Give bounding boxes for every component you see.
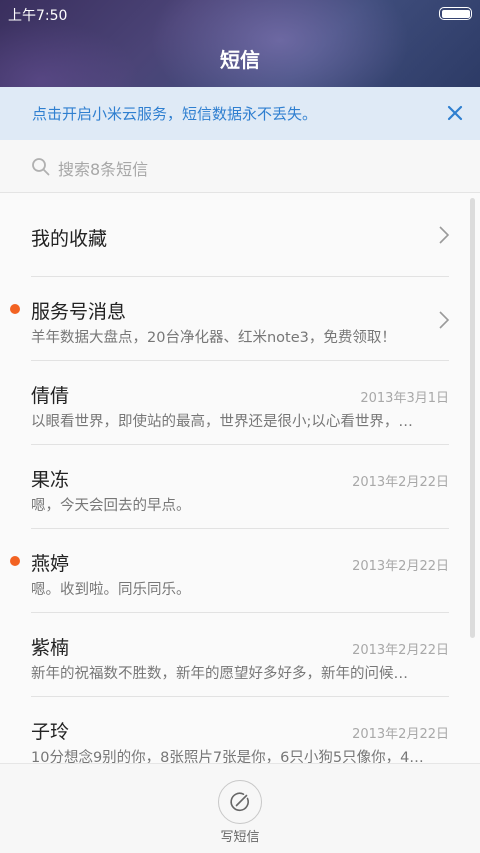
conversation-preview: 嗯。收到啦。同乐同乐。 [31, 582, 191, 598]
conversation-date: 2013年3月1日 [360, 391, 449, 406]
search-icon [32, 158, 50, 176]
conversation-name: 燕婷 [31, 553, 70, 575]
conversation-date: 2013年2月22日 [352, 727, 449, 742]
search-bar[interactable]: 搜索8条短信 [0, 140, 480, 193]
list-item-favorites[interactable]: 我的收藏 [0, 193, 480, 277]
conversation-preview: 以眼看世界，即使站的最高，世界还是很小;以心看世界，… [31, 414, 413, 430]
list-item-conversation[interactable]: 燕婷 2013年2月22日 嗯。收到啦。同乐同乐。 [0, 529, 480, 613]
conversation-date: 2013年2月22日 [352, 643, 449, 658]
compose-icon [230, 792, 249, 812]
conversation-name: 果冻 [31, 469, 70, 491]
conversation-name: 服务号消息 [31, 301, 127, 323]
conversation-name: 紫楠 [31, 637, 70, 659]
battery-icon [439, 7, 472, 20]
conversation-list[interactable]: 我的收藏 服务号消息 羊年数据大盘点，20台净化器、红米note3，免费领取！ … [0, 193, 480, 763]
conversation-name: 我的收藏 [31, 228, 108, 250]
compose-button[interactable] [218, 780, 262, 824]
chevron-right-icon [439, 311, 450, 329]
unread-dot [10, 304, 20, 314]
list-item-conversation[interactable]: 倩倩 2013年3月1日 以眼看世界，即使站的最高，世界还是很小;以心看世界，… [0, 361, 480, 445]
conversation-preview: 10分想念9别的你，8张照片7张是你，6只小狗5只像你，4… [31, 750, 424, 763]
compose-label: 写短信 [220, 830, 260, 845]
bottom-bar: 写短信 [0, 763, 480, 853]
conversation-preview: 羊年数据大盘点，20台净化器、红米note3，免费领取！ [31, 330, 396, 346]
status-time: 上午7:50 [8, 8, 68, 24]
conversation-date: 2013年2月22日 [352, 559, 449, 574]
list-item-conversation[interactable]: 子玲 2013年2月22日 10分想念9别的你，8张照片7张是你，6只小狗5只像… [0, 697, 480, 763]
conversation-preview: 新年的祝福数不胜数，新年的愿望好多好多，新年的问候… [31, 666, 408, 682]
scrollbar[interactable] [470, 198, 475, 638]
conversation-preview: 嗯，今天会回去的早点。 [31, 498, 191, 514]
search-input[interactable]: 搜索8条短信 [58, 156, 148, 180]
list-item-conversation[interactable]: 紫楠 2013年2月22日 新年的祝福数不胜数，新年的愿望好多好多，新年的问候… [0, 613, 480, 697]
unread-dot [10, 556, 20, 566]
conversation-name: 子玲 [31, 721, 70, 743]
list-item-service-messages[interactable]: 服务号消息 羊年数据大盘点，20台净化器、红米note3，免费领取！ [0, 277, 480, 361]
cloud-service-banner[interactable]: 点击开启小米云服务，短信数据永不丢失。 [0, 87, 480, 140]
close-icon[interactable] [444, 102, 466, 124]
conversation-name: 倩倩 [31, 385, 70, 407]
banner-text[interactable]: 点击开启小米云服务，短信数据永不丢失。 [32, 103, 317, 124]
app-header: 上午7:50 短信 [0, 0, 480, 87]
page-title: 短信 [220, 48, 260, 72]
chevron-right-icon [439, 226, 450, 244]
list-item-conversation[interactable]: 果冻 2013年2月22日 嗯，今天会回去的早点。 [0, 445, 480, 529]
conversation-date: 2013年2月22日 [352, 475, 449, 490]
